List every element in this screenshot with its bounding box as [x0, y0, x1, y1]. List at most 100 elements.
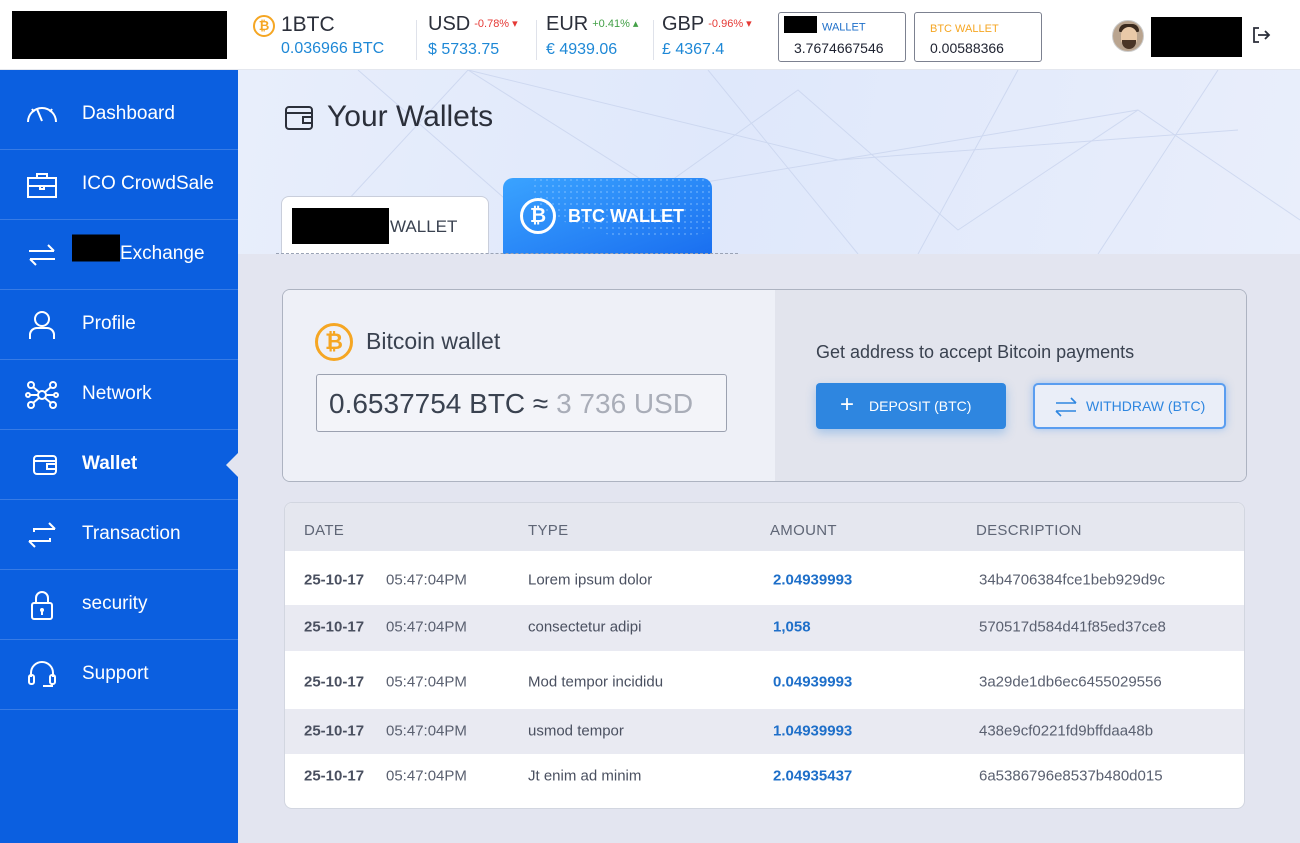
logo-redacted[interactable]: [12, 11, 227, 59]
bitcoin-icon: ₿: [520, 198, 556, 234]
exchange-arrows-icon: [1055, 397, 1077, 417]
approx-symbol: ≈: [532, 388, 549, 419]
briefcase-icon: [27, 173, 57, 198]
cell-type: Jt enim ad minim: [528, 767, 642, 785]
sidebar-item-label: ICO CrowdSale: [82, 173, 214, 194]
cell-amount[interactable]: 2.04939993: [773, 572, 852, 589]
btc-unit: 1BTC: [281, 13, 335, 36]
username-redacted[interactable]: [1151, 17, 1242, 57]
wallet-icon: [33, 455, 57, 475]
currency-name: GBP: [662, 13, 705, 35]
cell-amount[interactable]: 1.04939993: [773, 723, 852, 740]
cell-description: 3a29de1db6ec6455029556: [979, 673, 1162, 691]
currency-gbp: GBP -0.96% ▾ £ 4367.4: [662, 13, 752, 58]
column-header-description: DESCRIPTION: [976, 522, 1082, 539]
transactions-table: DATE TYPE AMOUNT DESCRIPTION 25-10-17 05…: [284, 502, 1245, 809]
sidebar: Dashboard ICO CrowdSale Exchange Profile…: [0, 70, 238, 843]
tab-label: BTC WALLET: [568, 206, 684, 226]
cell-date: 25-10-17: [304, 618, 365, 636]
balance-usd: 3 736 USD: [556, 388, 694, 419]
cell-time: 05:47:04PM: [386, 673, 467, 691]
sidebar-item-label: Wallet: [82, 453, 138, 474]
sidebar-item-network[interactable]: Network: [0, 360, 238, 430]
token-name-redacted: [784, 16, 817, 33]
plus-icon: +: [840, 391, 855, 418]
lock-icon: [31, 591, 53, 620]
cell-date: 25-10-17: [304, 673, 365, 691]
cell-description: 438e9cf0221fd9bffdaa48b: [979, 722, 1154, 740]
cell-description: 6a5386796e8537b480d015: [979, 767, 1163, 785]
sidebar-item-label: Profile: [82, 313, 136, 334]
exchange-arrows-icon: [29, 244, 55, 266]
sidebar-item-transaction[interactable]: Transaction: [0, 500, 238, 570]
cell-description: 570517d584d41f85ed37ce8: [979, 618, 1166, 636]
balance-panel: ₿ Bitcoin wallet 0.6537754 BTC ≈ 3 736 U…: [283, 290, 775, 481]
sidebar-item-support[interactable]: Support: [0, 640, 238, 710]
btc-wallet-label: BTC WALLET: [930, 23, 999, 35]
table-row[interactable]: 25-10-17 05:47:04PM Jt enim ad minim 2.0…: [285, 754, 1244, 798]
btc-value: 0.036966 BTC: [281, 40, 385, 57]
currency-change: -0.78% ▾: [474, 18, 518, 30]
tab-label: WALLET: [390, 217, 458, 236]
cell-amount[interactable]: 1,058: [773, 619, 811, 636]
divider: [653, 20, 654, 60]
headset-icon: [28, 661, 56, 687]
card-title: Bitcoin wallet: [366, 328, 501, 354]
cell-type: Lorem ipsum dolor: [528, 571, 653, 589]
balance-field: 0.6537754 BTC ≈ 3 736 USD: [316, 374, 727, 432]
currency-eur: EUR +0.41% ▴ € 4939.06: [546, 13, 639, 58]
logout-icon[interactable]: [1250, 24, 1272, 46]
page-title: Your Wallets: [327, 100, 494, 133]
cell-type: Mod tempor incididu: [528, 673, 664, 691]
deposit-button[interactable]: + DEPOSIT (BTC): [816, 383, 1006, 429]
column-header-amount: AMOUNT: [770, 522, 837, 539]
column-header-type: TYPE: [528, 522, 569, 539]
btc-wallet-balance-box[interactable]: BTC WALLET 0.00588366: [914, 12, 1042, 62]
tab-btc-wallet[interactable]: ₿ BTC WALLET: [503, 178, 712, 254]
cell-type: usmod tempor: [528, 722, 624, 740]
table-row[interactable]: 25-10-17 05:47:04PM Mod tempor incididu …: [285, 651, 1244, 709]
sidebar-item-label: Transaction: [82, 523, 181, 544]
column-header-date: DATE: [304, 522, 345, 539]
sidebar-item-security[interactable]: security: [0, 570, 238, 640]
token-name-redacted: [292, 208, 389, 244]
accept-payments-text: Get address to accept Bitcoin payments: [816, 342, 1135, 362]
table-row[interactable]: 25-10-17 05:47:04PM consectetur adipi 1,…: [285, 605, 1244, 651]
wallet-balance-box[interactable]: WALLET 3.7674667546: [778, 12, 906, 62]
sidebar-item-profile[interactable]: Profile: [0, 290, 238, 360]
bitcoin-icon: ₿: [253, 15, 275, 37]
top-bar: ₿ 1BTC 0.036966 BTC USD -0.78% ▾ $ 5733.7…: [0, 0, 1300, 70]
avatar[interactable]: [1112, 20, 1144, 52]
sidebar-item-label: Dashboard: [82, 103, 175, 124]
tab-wallet[interactable]: WALLET: [281, 196, 489, 254]
table-row[interactable]: 25-10-17 05:47:04PM usmod tempor 1.04939…: [285, 709, 1244, 754]
cell-time: 05:47:04PM: [386, 767, 467, 785]
sidebar-item-ico-crowdsale[interactable]: ICO CrowdSale: [0, 150, 238, 220]
currency-value: $ 5733.75: [428, 41, 500, 58]
speedometer-icon: [27, 107, 57, 123]
arrow-up-icon: ▴: [632, 18, 639, 30]
cell-date: 25-10-17: [304, 571, 365, 589]
sidebar-item-dashboard[interactable]: Dashboard: [0, 80, 238, 150]
arrow-down-icon: ▾: [746, 18, 752, 30]
user-icon: [29, 311, 55, 339]
sidebar-item-exchange[interactable]: Exchange: [0, 220, 238, 290]
divider: [536, 20, 537, 60]
withdraw-button[interactable]: WITHDRAW (BTC): [1033, 383, 1226, 429]
wallet-value: 3.7674667546: [794, 40, 884, 56]
btc-wallet-value: 0.00588366: [930, 40, 1004, 56]
arrow-down-icon: ▾: [512, 18, 518, 30]
balance-btc: 0.6537754 BTC: [329, 388, 526, 419]
cell-date: 25-10-17: [304, 722, 365, 740]
sidebar-item-wallet[interactable]: Wallet: [0, 430, 238, 500]
cell-amount[interactable]: 0.04939993: [773, 674, 852, 691]
table-row[interactable]: 25-10-17 05:47:04PM Lorem ipsum dolor 2.…: [285, 555, 1244, 605]
network-icon: [25, 381, 59, 409]
cell-type: consectetur adipi: [528, 618, 642, 636]
currency-value: £ 4367.4: [662, 41, 725, 58]
sidebar-item-label: security: [82, 593, 148, 614]
cell-amount[interactable]: 2.04935437: [773, 768, 852, 785]
currency-name: USD: [428, 13, 471, 35]
bitcoin-icon: ₿: [315, 323, 353, 361]
currency-name: EUR: [546, 13, 589, 35]
